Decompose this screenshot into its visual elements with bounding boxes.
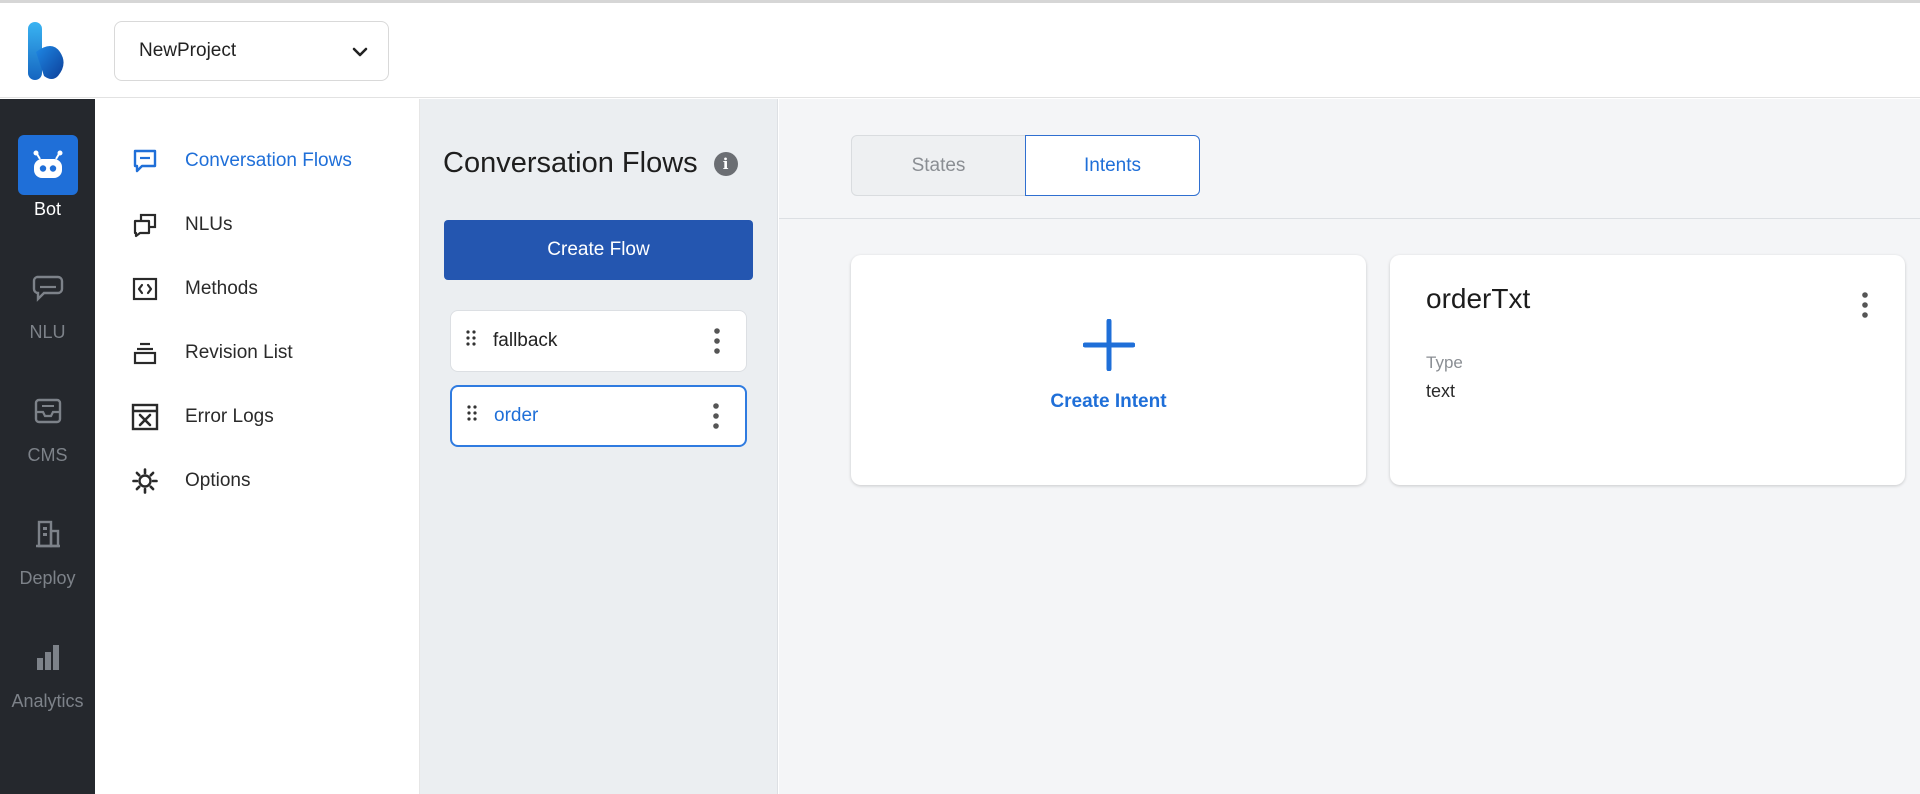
rail-item-label: Bot (33, 199, 62, 219)
chat-bubble-icon (18, 258, 78, 318)
bar-chart-icon (18, 627, 78, 687)
intent-type-value: text (1426, 381, 1456, 401)
flows-panel: Conversation Flows i Create Flow fallbac… (420, 99, 778, 794)
rail-item-nlu[interactable]: NLU (0, 258, 95, 358)
nav-item-label: Error Logs (185, 406, 274, 427)
flows-title: Conversation Flows i (443, 147, 738, 180)
rail-item-label: Deploy (19, 568, 76, 588)
flow-item-fallback[interactable]: fallback (450, 310, 747, 372)
rail-item-label: CMS (27, 445, 68, 465)
message-square-icon (130, 146, 160, 176)
project-select[interactable]: NewProject (114, 21, 389, 81)
app-header: NewProject (0, 3, 1920, 98)
drag-handle-icon[interactable] (466, 404, 480, 428)
app-logo-icon[interactable] (26, 22, 68, 80)
building-icon (18, 504, 78, 564)
nav-item-nlus[interactable]: NLUs (130, 205, 410, 245)
more-vertical-icon[interactable] (1855, 287, 1875, 323)
plus-icon (1082, 319, 1135, 371)
rail-item-deploy[interactable]: Deploy (0, 504, 95, 604)
info-icon[interactable]: i (713, 151, 738, 176)
nav-item-label: Options (185, 470, 251, 491)
create-intent-card[interactable]: Create Intent (851, 255, 1366, 485)
robot-icon (17, 135, 78, 195)
nav-item-options[interactable]: Options (130, 461, 410, 501)
rail-item-label: NLU (29, 322, 66, 342)
flow-item-name: fallback (493, 330, 558, 351)
nav-item-conversation-flows[interactable]: Conversation Flows (130, 141, 410, 181)
intent-card[interactable]: orderTxt Type text (1390, 255, 1905, 485)
code-box-icon (130, 274, 160, 304)
more-vertical-icon[interactable] (702, 321, 732, 361)
more-vertical-icon[interactable] (701, 396, 731, 436)
flows-title-text: Conversation Flows (443, 147, 698, 179)
tabs-bar: States Intents (779, 99, 1920, 219)
rail-item-cms[interactable]: CMS (0, 381, 95, 481)
rail-item-analytics[interactable]: Analytics (0, 627, 95, 727)
stacked-messages-icon (130, 210, 160, 240)
inbox-icon (18, 381, 78, 441)
drag-handle-icon[interactable] (465, 329, 479, 353)
flow-item-name: order (494, 405, 539, 426)
nav-item-error-logs[interactable]: Error Logs (130, 397, 410, 437)
nav-item-label: NLUs (185, 214, 233, 235)
nav-item-label: Revision List (185, 342, 293, 363)
intent-name: orderTxt (1426, 283, 1531, 314)
create-intent-label: Create Intent (1050, 391, 1167, 412)
nav-item-revision-list[interactable]: Revision List (130, 333, 410, 373)
intent-type-label: Type (1426, 353, 1463, 372)
tab-intents[interactable]: Intents (1025, 135, 1200, 196)
project-select-value: NewProject (139, 40, 237, 61)
nav-item-label: Conversation Flows (185, 150, 352, 171)
gear-icon (130, 466, 160, 496)
rail-item-label: Analytics (11, 691, 84, 711)
main-content: States Intents Create Intent orderTxt Ty… (779, 99, 1920, 794)
rail-item-bot[interactable]: Bot (0, 135, 95, 235)
flow-item-order[interactable]: order (450, 385, 747, 447)
tab-states[interactable]: States (851, 135, 1026, 196)
create-flow-button[interactable]: Create Flow (444, 220, 753, 280)
nav-item-label: Methods (185, 278, 258, 299)
primary-rail: Bot NLU CMS Deploy Analytics (0, 99, 95, 794)
layers-icon (130, 338, 160, 368)
chevron-down-icon (352, 47, 368, 57)
nav-item-methods[interactable]: Methods (130, 269, 410, 309)
error-window-icon (130, 402, 160, 432)
secondary-nav: Conversation Flows NLUs Methods Revision… (95, 99, 420, 794)
